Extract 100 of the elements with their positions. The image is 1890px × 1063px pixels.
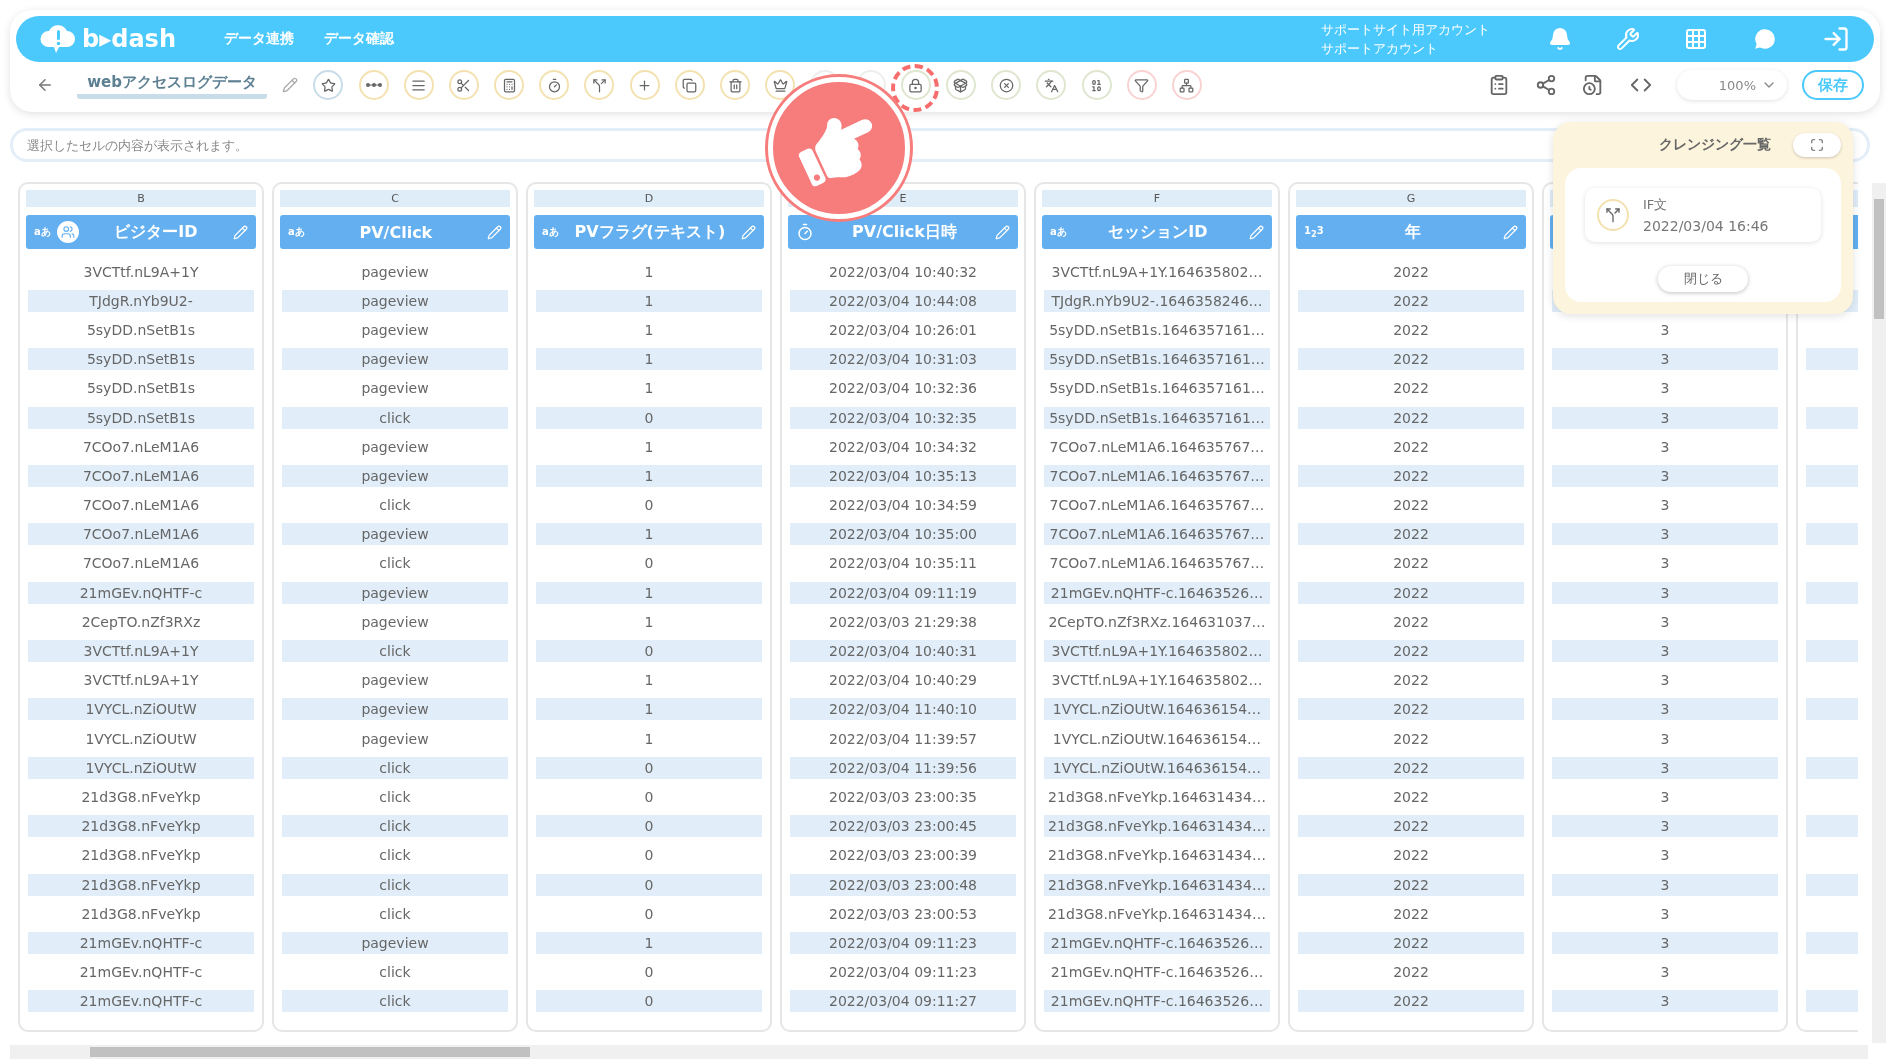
column-header[interactable]: aあ ビジターID xyxy=(26,215,256,249)
table-cell: 3 xyxy=(1552,464,1778,487)
table-cell-text: 7COo7.nLeM1A6 xyxy=(81,496,201,516)
table-cell-text: 1 xyxy=(643,729,655,749)
table-cell-text: 2022/03/04 10:32:36 xyxy=(828,379,978,399)
account-site: サポートサイト用アカウント xyxy=(1321,21,1490,39)
table-cell: 2022/03/03 23:00:48 xyxy=(790,873,1016,896)
table-cell: 5syDD.nSetB1s.1646357161… xyxy=(1044,348,1270,371)
nav-link[interactable]: データ連携 xyxy=(224,30,294,48)
table-cell-text: 3 xyxy=(1659,496,1671,516)
table-cell: pageview xyxy=(282,931,508,954)
table-cell: pageview xyxy=(282,464,508,487)
column-letter[interactable]: C xyxy=(280,190,510,207)
table-cell: 1 xyxy=(536,581,762,604)
table-cell: 7COo7.nLeM1A6 xyxy=(28,523,254,546)
table-cell: 2022 xyxy=(1298,581,1524,604)
table-cell-text: pageview xyxy=(360,320,430,340)
table-cell: pageview xyxy=(282,289,508,312)
table-cell-text: 2022 xyxy=(1392,554,1430,574)
table-cell-text: 0 xyxy=(643,963,655,983)
table-cell-text: 1VYCL.nZiOUtW xyxy=(84,729,198,749)
table-cell-text: 1 xyxy=(643,671,655,691)
table-cell: 0 xyxy=(536,990,762,1013)
table-cell: 3 xyxy=(1552,581,1778,604)
table-cell: 5syDD.nSetB1s xyxy=(28,406,254,429)
table-cell: click xyxy=(282,756,508,779)
table-cell: 3 xyxy=(1552,990,1778,1013)
table-cell-text: 7COo7.nLeM1A6 xyxy=(81,554,201,574)
table-cell-text: 21mGEv.nQHTF-c.16463526… xyxy=(1049,963,1265,983)
column-header[interactable]: aあ PVフラグ(テキスト) xyxy=(534,215,764,249)
close-button[interactable]: 閉じる xyxy=(1658,266,1748,292)
table-cell: 21mGEv.nQHTF-c.16463526… xyxy=(1044,931,1270,954)
table-cell-text: 2022 xyxy=(1392,963,1430,983)
column-letter[interactable]: F xyxy=(1042,190,1272,207)
table-cell: 0 xyxy=(536,406,762,429)
table-cell-text: 21d3G8.nFveYkp xyxy=(80,787,202,807)
zoom-select[interactable]: 100% xyxy=(1676,70,1787,100)
table-cell: 2022 xyxy=(1298,523,1524,546)
column-letter[interactable]: B xyxy=(26,190,256,207)
table-cell-text: 2022 xyxy=(1392,262,1430,282)
column-header[interactable]: PV/Click日時 xyxy=(788,215,1018,249)
table-cell: 2022 xyxy=(1298,640,1524,663)
table-cell-text: 21mGEv.nQHTF-c xyxy=(78,963,204,983)
table-cell: 1 xyxy=(536,698,762,721)
table-cell: 3 xyxy=(1552,406,1778,429)
table-cell: 2022 xyxy=(1298,289,1524,312)
column-letter[interactable]: D xyxy=(534,190,764,207)
table-cell: 1 xyxy=(536,523,762,546)
table-cell: 2022 xyxy=(1298,406,1524,429)
table-cell: 3 xyxy=(1552,698,1778,721)
column-header[interactable]: 1$_{2}$3 年 xyxy=(1296,215,1526,249)
table-cell: 2022 xyxy=(1298,756,1524,779)
table-cell: 1 xyxy=(536,348,762,371)
table-cell: 2022 xyxy=(1298,873,1524,896)
table-cell-text: 2022 xyxy=(1392,612,1430,632)
table-cell: 21mGEv.nQHTF-c.16463526… xyxy=(1044,581,1270,604)
table-cell-text: 5syDD.nSetB1s xyxy=(85,379,197,399)
table-cell-text: 3 xyxy=(1659,729,1671,749)
table-cell-text: 0 xyxy=(643,787,655,807)
table-cell-text: 1 xyxy=(643,437,655,457)
table-cell: 2022/03/04 10:35:00 xyxy=(790,523,1016,546)
cleansing-item[interactable]: IF文 2022/03/04 16:46 xyxy=(1585,188,1821,242)
table-cell-text: 1VYCL.nZiOUtW.164636154… xyxy=(1051,729,1263,749)
save-button[interactable]: 保存 xyxy=(1802,70,1864,100)
table-cell-text: 3 xyxy=(1659,846,1671,866)
table-cell: 3VCTtf.nL9A+1Y xyxy=(28,640,254,663)
table-cell-text: 3 xyxy=(1659,437,1671,457)
table-cell: pageview xyxy=(282,348,508,371)
table-cell-text: 2022 xyxy=(1392,379,1430,399)
table-cell: 7COo7.nLeM1A6.164635767… xyxy=(1044,523,1270,546)
column-header[interactable]: aあ セッションID xyxy=(1042,215,1272,249)
table-cell: 7COo7.nLeM1A6 xyxy=(28,464,254,487)
nav-link[interactable]: データ確認 xyxy=(324,30,394,48)
column-header[interactable]: aあ PV/Click xyxy=(280,215,510,249)
table-cell-text: 3 xyxy=(1659,671,1671,691)
column-letter[interactable]: G xyxy=(1296,190,1526,207)
table-cell-text: 2022/03/03 23:00:35 xyxy=(828,787,978,807)
table-cell: 1VYCL.nZiOUtW.164636154… xyxy=(1044,756,1270,779)
table-cell-text: 2022 xyxy=(1392,496,1430,516)
table-cell: pageview xyxy=(282,698,508,721)
table-cell: 1 xyxy=(536,931,762,954)
table-cell: 21mGEv.nQHTF-c xyxy=(28,581,254,604)
table-cell: 3 xyxy=(1552,756,1778,779)
table-cell-text: 1 xyxy=(643,262,655,282)
type-label: aあ xyxy=(288,225,305,239)
table-cell-text: 3VCTtf.nL9A+1Y xyxy=(82,262,200,282)
table-cell-text: 2022/03/04 10:34:32 xyxy=(828,437,978,457)
item-name: IF文 xyxy=(1643,196,1669,214)
table-cell-text: 2022/03/04 11:39:57 xyxy=(828,729,978,749)
table-cell-text: 3 xyxy=(1659,612,1671,632)
table-cell: 1VYCL.nZiOUtW.164636154… xyxy=(1044,698,1270,721)
table-cell-text: 21d3G8.nFveYkp xyxy=(80,846,202,866)
table-cell-text: 0 xyxy=(643,904,655,924)
table-cell-text: 2022/03/04 10:34:59 xyxy=(828,496,978,516)
table-cell: 0 xyxy=(536,873,762,896)
table-cell-text: 7COo7.nLeM1A6.164635767… xyxy=(1048,554,1266,574)
table-cell-text: 3 xyxy=(1659,904,1671,924)
table-cell-text: 2022/03/04 10:40:32 xyxy=(828,262,978,282)
dataset-title: webアクセスログデータ xyxy=(77,71,267,99)
table-cell: click xyxy=(282,873,508,896)
